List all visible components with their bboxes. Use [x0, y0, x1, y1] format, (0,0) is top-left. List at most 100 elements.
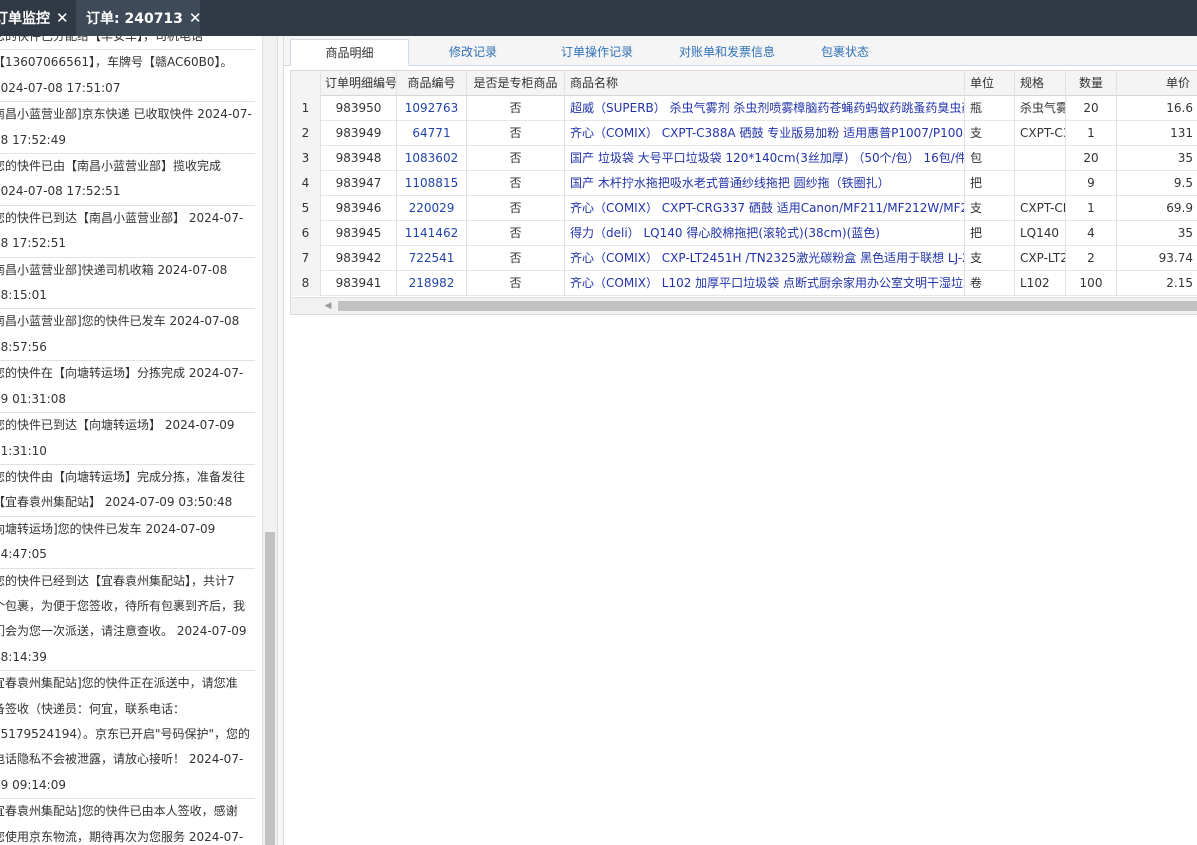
row-index: 5: [291, 196, 321, 221]
exclusive-cell: 否: [467, 96, 565, 121]
product-code-link[interactable]: 722541: [397, 246, 467, 271]
quantity-cell: 100: [1066, 271, 1117, 296]
log-entry-line: 南昌小蓝营业部]京东快递 已收取快件 2024-07-: [0, 107, 252, 122]
detail-id-cell: 983948: [321, 146, 397, 171]
row-index: 6: [291, 221, 321, 246]
unit-price-cell: 9.5: [1173, 176, 1193, 190]
log-entry-line: 向塘转运场]您的快件已发车 2024-07-09: [0, 521, 216, 536]
column-header-index: [291, 71, 321, 96]
tab-order-operation-records[interactable]: 订单操作记录: [540, 39, 654, 66]
log-entry-line: 08 17:52:49: [0, 132, 66, 147]
log-entry-line: 南昌小蓝营业部]您的快件已发车 2024-07-08: [0, 314, 240, 329]
detail-id-cell: 983942: [321, 246, 397, 271]
product-code-link[interactable]: 1092763: [397, 96, 467, 121]
unit-cell: 把: [965, 171, 1015, 196]
table-row[interactable]: 8 983941 218982 否齐心（COMIX） L102 加厚平口垃圾袋 点断式…: [291, 271, 1197, 296]
close-icon[interactable]: ✕: [56, 9, 69, 27]
unit-cell: 支: [965, 246, 1015, 271]
column-header-exclusive[interactable]: 是否是专柜商品: [467, 71, 565, 96]
table-row[interactable]: 7 983942 722541 否齐心（COMIX） CXP-LT2451H /TN2…: [291, 246, 1197, 271]
log-entry-line: 08 17:52:51: [0, 236, 66, 251]
log-entry: 您的快件已由【南昌小蓝营业部】揽收完成 2024-07-08 17:52:51: [0, 154, 255, 206]
column-header-product-code[interactable]: 商品编号: [397, 71, 467, 96]
row-index: 8: [291, 271, 321, 296]
tab-package-status[interactable]: 包裹状态: [799, 39, 891, 66]
product-code-link[interactable]: 1141462: [397, 221, 467, 246]
detail-id-cell: 983941: [321, 271, 397, 296]
tab-statement-invoice[interactable]: 对账单和发票信息: [667, 39, 787, 66]
unit-price-cell: 131: [1170, 126, 1193, 140]
log-entry: 您的快件已到达【南昌小蓝营业部】 2024-07- 08 17:52:51: [0, 206, 255, 258]
product-name-link[interactable]: 齐心（COMIX） CXPT-C388A 硒鼓 专业版易加粉 适用惠普P1007…: [565, 121, 965, 146]
log-entry-line: 18:15:01: [0, 288, 47, 303]
close-icon[interactable]: ✕: [189, 9, 202, 27]
log-entry: 您的快件已分配给【丰安车】，司机电话: [0, 36, 255, 51]
tab-order-monitor[interactable]: 订单监控 ✕: [0, 0, 72, 36]
unit-price-cell: 2.15: [1166, 276, 1193, 290]
log-entry: 南昌小蓝营业部]您的快件已发车 2024-07-08 18:57:56: [0, 309, 255, 362]
panel-splitter[interactable]: [277, 36, 284, 845]
product-name-link[interactable]: 得力（deli） LQ140 得心胶棉拖把(滚轮式)(38cm)(蓝色): [565, 221, 965, 246]
quantity-cell: 1: [1066, 121, 1117, 146]
grid-horizontal-scrollbar[interactable]: ◀: [291, 297, 1197, 314]
spec-cell: CXPT-CRG337: [1015, 196, 1066, 221]
row-index: 7: [291, 246, 321, 271]
table-row[interactable]: 6 983945 1141462 否得力（deli） LQ140 得心胶棉拖把(滚轮式…: [291, 221, 1197, 246]
log-entry: 【13607066561】，车牌号【赣AC60B0】。 2024-07-08 17…: [0, 50, 255, 103]
log-scrollbar-thumb[interactable]: [265, 532, 275, 845]
log-entry: 您的快件已到达【向塘转运场】 2024-07-09 01:31:10: [0, 413, 255, 465]
log-entry-line: 您的快件已分配给【丰安车】，司机电话: [0, 36, 204, 43]
grid-header: 订单明细编号 商品编号 是否是专柜商品 商品名称 单位 规格 数量 单价: [291, 71, 1197, 96]
unit-cell: 支: [965, 196, 1015, 221]
spec-cell: CXP-LT2451H: [1015, 246, 1066, 271]
log-entry-line: 宜春袁州集配站]您的快件正在派送中，请您准: [0, 676, 238, 691]
exclusive-cell: 否: [467, 171, 565, 196]
log-entry-line: 们会为您一次派送，请注意查收。 2024-07-09: [0, 624, 247, 639]
quantity-cell: 20: [1066, 146, 1117, 171]
grid-scrollbar-thumb[interactable]: [338, 301, 1197, 311]
spec-cell: [1015, 146, 1066, 171]
log-entry-line: 备签收（快递员：何宜，联系电话：: [0, 701, 186, 716]
table-row[interactable]: 3 983948 1083602 否国产 垃圾袋 大号平口垃圾袋 120*140cm(…: [291, 146, 1197, 171]
table-row[interactable]: 2 983949 64771 否齐心（COMIX） CXPT-C388A 硒鼓 专业版…: [291, 121, 1197, 146]
tab-order-detail[interactable]: 订单: 240713 ✕: [76, 0, 202, 36]
product-detail-grid: 订单明细编号 商品编号 是否是专柜商品 商品名称 单位 规格 数量 单价 1 98…: [290, 70, 1197, 315]
tab-modify-records[interactable]: 修改记录: [423, 39, 523, 66]
product-name-link[interactable]: 齐心（COMIX） L102 加厚平口垃圾袋 点断式厨余家用办公室文明干湿垃圾: [565, 271, 965, 296]
column-header-spec[interactable]: 规格: [1015, 71, 1066, 96]
log-entry-line: 2024-07-08 17:52:51: [0, 184, 121, 199]
table-row[interactable]: 5 983946 220029 否齐心（COMIX） CXPT-CRG337 硒鼓 适…: [291, 196, 1197, 221]
spec-cell: L102: [1015, 271, 1066, 296]
product-code-link[interactable]: 218982: [397, 271, 467, 296]
table-row[interactable]: 4 983947 1108815 否国产 木杆拧水拖把吸水老式普通纱线拖把 圆纱拖（铁…: [291, 171, 1197, 196]
table-row[interactable]: 1 983950 1092763 否超威（SUPERB） 杀虫气雾剂 杀虫剂喷雾樟脑药…: [291, 96, 1197, 121]
product-name-link[interactable]: 国产 垃圾袋 大号平口垃圾袋 120*140cm(3丝加厚) （50个/包） 1…: [565, 146, 965, 171]
product-name-link[interactable]: 超威（SUPERB） 杀虫气雾剂 杀虫剂喷雾樟脑药苍蝇药蚂蚁药跳蚤药臭虫药: [565, 96, 965, 121]
quantity-cell: 2: [1066, 246, 1117, 271]
log-entry: 您的快件在【向塘转运场】分拣完成 2024-07- 09 01:31:08: [0, 361, 255, 414]
unit-cell: 包: [965, 146, 1015, 171]
column-header-unit-price[interactable]: 单价: [1117, 71, 1197, 96]
log-entry-line: 18:57:56: [0, 339, 47, 354]
log-entry-line: 2024-07-08 17:51:07: [0, 80, 121, 95]
product-name-link[interactable]: 齐心（COMIX） CXPT-CRG337 硒鼓 适用Canon/MF211/M…: [565, 196, 965, 221]
column-header-product-name[interactable]: 商品名称: [565, 71, 965, 96]
unit-cell: 瓶: [965, 96, 1015, 121]
log-entry-line: 电话隐私不会被泄露，请放心接听！ 2024-07-: [0, 752, 244, 767]
unit-price-cell: 93.74: [1158, 251, 1193, 265]
product-code-link[interactable]: 1083602: [397, 146, 467, 171]
column-header-detail-id[interactable]: 订单明细编号: [321, 71, 397, 96]
tab-product-details[interactable]: 商品明细: [290, 39, 409, 66]
quantity-cell: 20: [1066, 96, 1117, 121]
product-name-link[interactable]: 国产 木杆拧水拖把吸水老式普通纱线拖把 圆纱拖（铁圈扎）: [565, 171, 965, 196]
column-header-quantity[interactable]: 数量: [1066, 71, 1117, 96]
detail-id-cell: 983949: [321, 121, 397, 146]
product-code-link[interactable]: 64771: [397, 121, 467, 146]
log-entry-line: 09 09:14:09: [0, 777, 66, 792]
product-name-link[interactable]: 齐心（COMIX） CXP-LT2451H /TN2325激光碳粉盒 黑色适用于…: [565, 246, 965, 271]
product-code-link[interactable]: 220029: [397, 196, 467, 221]
column-header-unit[interactable]: 单位: [965, 71, 1015, 96]
unit-price-cell: 16.6: [1166, 101, 1193, 115]
product-code-link[interactable]: 1108815: [397, 171, 467, 196]
scroll-left-icon[interactable]: ◀: [321, 299, 335, 313]
